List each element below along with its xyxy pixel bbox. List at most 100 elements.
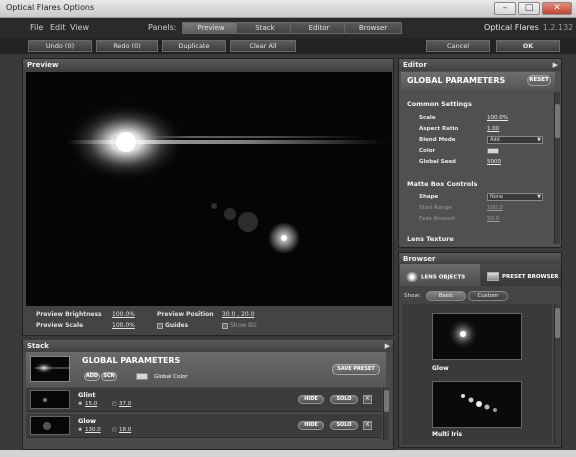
lens-texture-section[interactable]: Lens Texture (407, 235, 454, 243)
collapse-arrow-icon[interactable]: ▶ (385, 342, 390, 350)
iris-dot (476, 401, 482, 407)
brightness-icon: ✺ (78, 401, 83, 407)
preview-title: Preview (27, 61, 59, 69)
fade-amount-row: Fade Amount 50.0 (401, 214, 549, 225)
iris-ring-1 (238, 212, 258, 232)
aspect-value[interactable]: 1.00 (487, 126, 499, 132)
preview-brightness-value[interactable]: 100.0% (112, 311, 135, 318)
blend-row: Blend Mode Add ▼ (401, 135, 549, 146)
guides-check-icon[interactable] (157, 322, 163, 329)
matte-box-section[interactable]: Matte Box Controls (407, 180, 477, 188)
guides-checkbox[interactable]: Guides (157, 322, 188, 329)
tab-preset-browser[interactable]: PRESET BROWSER (481, 264, 561, 286)
chevron-down-icon: ▼ (537, 137, 541, 143)
browser-scrollbar[interactable] (554, 304, 560, 444)
glow-item-label: Glow (432, 365, 449, 372)
tab-browser[interactable]: Browser (344, 22, 402, 34)
glow-thumbnail[interactable] (432, 313, 522, 360)
show-bg-check-icon[interactable] (222, 322, 228, 329)
delete-button[interactable]: X (363, 395, 372, 404)
reset-button[interactable]: RESET (527, 75, 551, 86)
collapse-arrow-icon[interactable]: ▶ (553, 61, 558, 69)
preview-position-value[interactable]: 30.0 , 20.0 (222, 311, 254, 318)
menu-edit[interactable]: Edit (50, 23, 66, 32)
delete-button[interactable]: X (363, 421, 372, 430)
seed-value[interactable]: 5000 (487, 159, 501, 165)
preset-browser-label: PRESET BROWSER (502, 274, 559, 280)
preview-viewport[interactable] (26, 72, 392, 306)
save-preset-button[interactable]: SAVE PRESET (332, 364, 380, 375)
layer-scale[interactable]: 18.0 (119, 427, 131, 433)
scale-icon: ◰ (112, 427, 117, 433)
tab-lens-objects[interactable]: LENS OBJECTS (400, 264, 480, 286)
add-button[interactable]: ADD (84, 372, 100, 381)
redo-button[interactable]: Redo (0) (96, 40, 158, 52)
ok-button[interactable]: OK (496, 40, 560, 52)
show-bg-checkbox[interactable]: Show BG (222, 322, 257, 329)
global-color-swatch[interactable] (136, 373, 148, 380)
fade-amount-value[interactable]: 50.0 (487, 216, 499, 222)
global-parameters-row[interactable]: GLOBAL PARAMETERS ADD SCN Global Color S… (26, 352, 386, 387)
menu-file[interactable]: File (30, 23, 43, 32)
layer-row-glow[interactable]: Glow ✺ 130.0 ◰ 18.0 HIDE SOLO X (26, 414, 382, 438)
global-thumbnail-preview (34, 362, 69, 374)
undo-button[interactable]: Undo (0) (28, 40, 92, 52)
stack-scrollbar[interactable] (383, 388, 389, 440)
hide-button[interactable]: HIDE (298, 421, 324, 430)
shape-row: Shape None ▼ (401, 192, 549, 203)
menu-view[interactable]: View (70, 23, 89, 32)
hide-button[interactable]: HIDE (298, 395, 324, 404)
color-swatch[interactable] (487, 148, 499, 154)
chevron-down-icon: ▼ (537, 194, 541, 200)
flare-render (66, 102, 386, 254)
clear-all-button[interactable]: Clear All (230, 40, 296, 52)
layer-brightness[interactable]: 15.0 (85, 401, 97, 407)
stack-scroll-thumb[interactable] (384, 390, 389, 412)
stack-gp-title: GLOBAL PARAMETERS (82, 356, 181, 365)
browser-title: Browser (403, 255, 436, 263)
blend-mode-value: Add (490, 137, 500, 143)
shape-dropdown[interactable]: None ▼ (487, 193, 543, 201)
blend-mode-dropdown[interactable]: Add ▼ (487, 136, 543, 144)
preview-panel-header: Preview (23, 59, 393, 71)
layer-row-glint[interactable]: Glint ✺ 15.0 ◰ 37.0 HIDE SOLO X (26, 388, 382, 412)
preview-scale-label: Preview Scale (36, 322, 83, 329)
optical-flares-window: Optical Flares Options – □ ✕ File Edit V… (0, 0, 576, 457)
tab-stack[interactable]: Stack (236, 22, 294, 34)
preview-scale-value[interactable]: 100.0% (112, 322, 135, 329)
iris-dot (484, 404, 490, 410)
browser-scroll-thumb[interactable] (555, 308, 560, 338)
solo-button[interactable]: SOLO (330, 421, 358, 430)
filter-basic-button[interactable]: Basic (426, 291, 466, 301)
editor-scroll-thumb[interactable] (555, 104, 560, 138)
scn-button[interactable]: SCN (101, 372, 117, 381)
solo-button[interactable]: SOLO (330, 395, 358, 404)
start-range-label: Start Range (419, 205, 452, 211)
start-range-value[interactable]: 100.0 (487, 205, 503, 211)
guides-label: Guides (165, 322, 189, 329)
show-label: Show: (404, 293, 421, 299)
host-app-strip (0, 450, 576, 457)
blend-label: Blend Mode (419, 137, 456, 143)
minimize-button[interactable]: – (494, 2, 516, 15)
glow-thumbnail-preview (43, 422, 51, 430)
iris-ring-3 (211, 203, 217, 209)
common-settings-section[interactable]: Common Settings (407, 100, 472, 108)
filter-custom-button[interactable]: Custom (468, 291, 508, 301)
iris-dot (493, 408, 497, 412)
duplicate-button[interactable]: Duplicate (162, 40, 226, 52)
layer-scale[interactable]: 37.0 (119, 401, 131, 407)
scale-value[interactable]: 100.0% (487, 115, 508, 121)
close-button[interactable]: ✕ (542, 2, 572, 15)
tab-editor[interactable]: Editor (290, 22, 348, 34)
editor-scrollbar[interactable] (554, 92, 560, 244)
layer-brightness[interactable]: 130.0 (85, 427, 101, 433)
aspect-label: Aspect Ratio (419, 126, 459, 132)
color-label: Color (419, 148, 436, 154)
start-range-row: Start Range 100.0 (401, 203, 549, 214)
tab-preview[interactable]: Preview (182, 22, 240, 34)
multi-iris-thumbnail[interactable] (432, 381, 522, 428)
cancel-button[interactable]: Cancel (426, 40, 490, 52)
glow-thumbnail-dot (43, 422, 51, 430)
maximize-button[interactable]: □ (518, 2, 540, 15)
